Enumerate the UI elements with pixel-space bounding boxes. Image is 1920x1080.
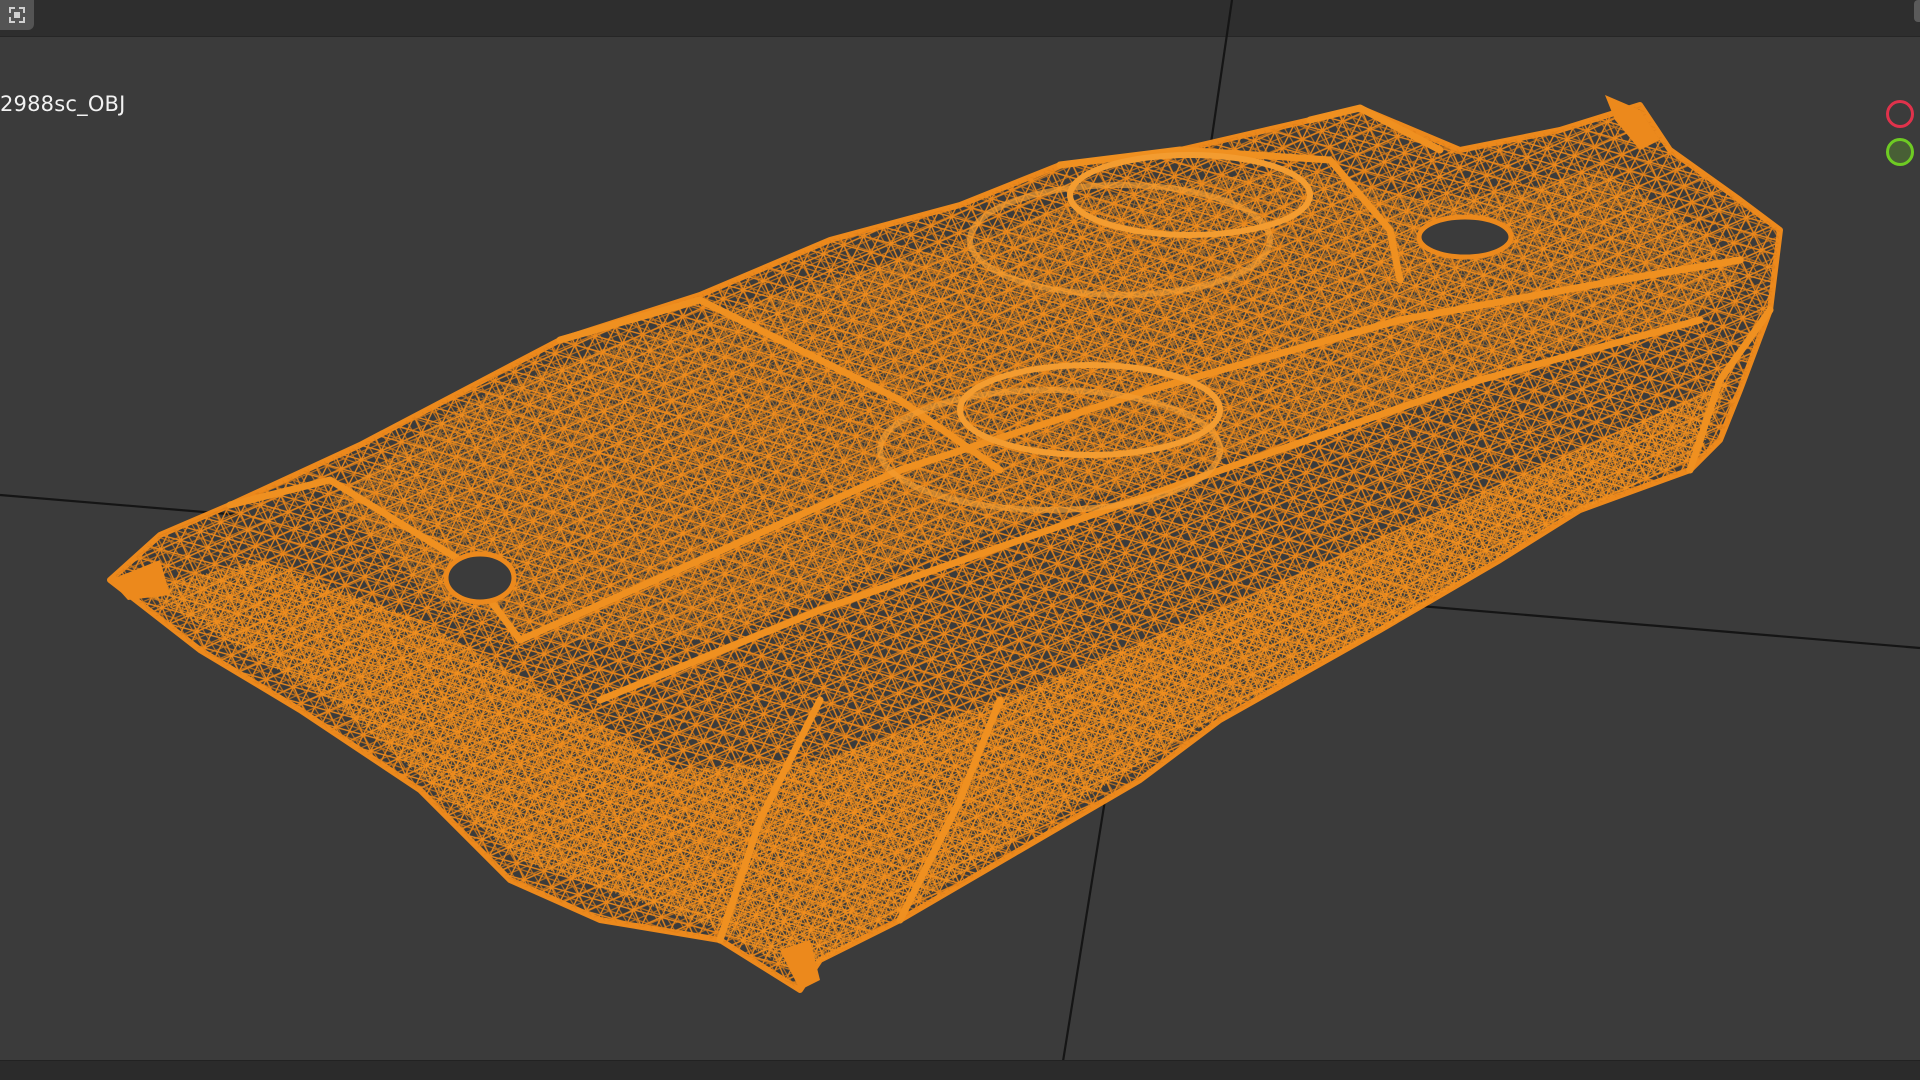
object-name-label: 2988sc_OBJ (0, 92, 126, 116)
wireframe-mesh (107, 95, 1783, 993)
axis-x-circle-icon[interactable] (1886, 100, 1914, 128)
viewport-footer (0, 1060, 1920, 1080)
car-opening-rear (1416, 214, 1514, 260)
grid-line (1058, 799, 1107, 1080)
grid-line (1208, 0, 1234, 151)
3d-viewport[interactable]: 2988sc_OBJ (0, 0, 1920, 1080)
viewport-scene (0, 0, 1920, 1080)
car-opening-front (443, 551, 517, 605)
axis-y-circle-icon[interactable] (1886, 138, 1914, 166)
grid-line (0, 493, 241, 517)
grid-line (1419, 604, 1920, 650)
